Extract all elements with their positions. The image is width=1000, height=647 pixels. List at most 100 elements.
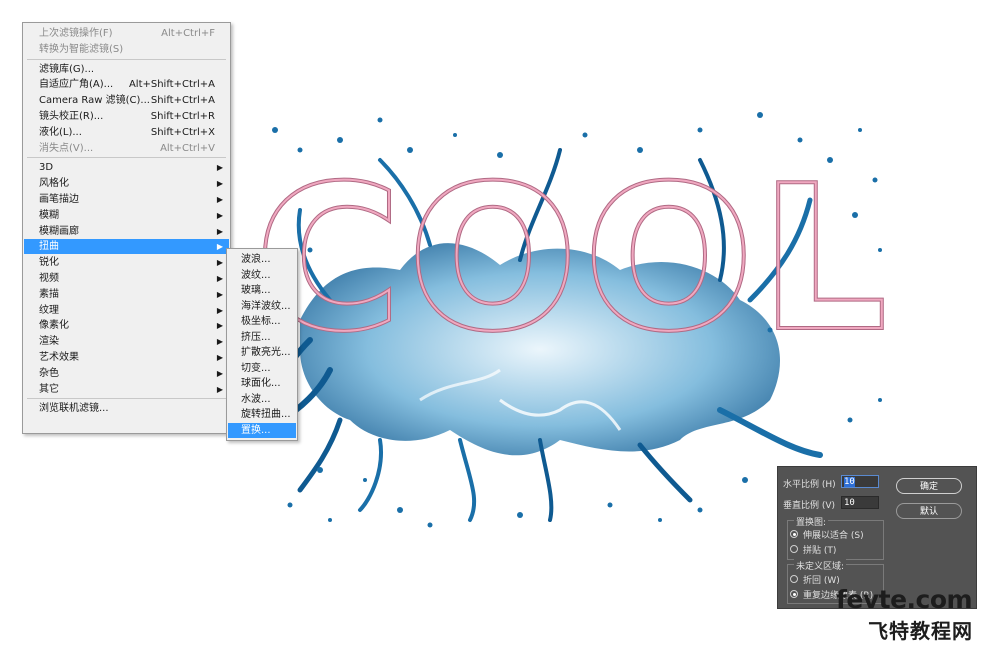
distort-submenu-item-0[interactable]: 波浪...	[228, 252, 296, 267]
submenu-arrow-icon: ▶	[216, 274, 223, 283]
filter-menu-item-3[interactable]: 自适应广角(A)... Alt+Shift+Ctrl+A	[24, 77, 229, 92]
tile-radio[interactable]	[790, 545, 798, 553]
filter-menu-item-7[interactable]: 消失点(V)... Alt+Ctrl+V	[24, 141, 229, 156]
menu-item-shortcut: Alt+Shift+Ctrl+A	[128, 79, 215, 91]
filter-menu-item-1[interactable]: 转换为智能滤镜(S)	[24, 42, 229, 57]
filter-menu-item-2[interactable]: 滤镜库(G)...	[24, 62, 229, 77]
menu-item-label: Camera Raw 滤镜(C)...	[39, 95, 150, 107]
menu-item-label: 上次滤镜操作(F)	[39, 28, 113, 39]
submenu-arrow-icon: ▶	[216, 258, 223, 268]
menu-item-label: 模糊	[39, 209, 59, 221]
menu-item-label: 其它	[39, 383, 59, 395]
wrap-around-radio[interactable]	[790, 575, 798, 583]
menu-item-label: 消失点(V)...	[39, 142, 94, 154]
menu-item-label: 液化(L)...	[39, 126, 82, 138]
filter-menu-item-13[interactable]: 扭曲 ▶	[24, 239, 229, 255]
menu-item-label: 像素化	[39, 320, 69, 332]
distort-submenu-item-6[interactable]: 扩散亮光...	[228, 345, 296, 360]
submenu-arrow-icon: ▶	[216, 242, 223, 252]
menu-item-label: 镜头校正(R)...	[39, 111, 104, 122]
filter-menu-item-10[interactable]: 画笔描边 ▶	[24, 192, 229, 207]
menu-item-label: 扭曲	[39, 241, 59, 253]
watermark-site-name: 飞特教程网	[868, 619, 973, 643]
cool-text-art: COOL COOL	[253, 141, 893, 378]
filter-menu-item-0[interactable]: 上次滤镜操作(F) Alt+Ctrl+F	[24, 26, 229, 41]
distort-submenu-item-8[interactable]: 球面化...	[228, 376, 296, 391]
default-button[interactable]: 默认	[896, 503, 962, 519]
submenu-arrow-icon: ▶	[216, 195, 223, 204]
menu-item-label: 转换为智能滤镜(S)	[39, 43, 124, 55]
submenu-arrow-icon: ▶	[216, 353, 223, 362]
filter-menu-item-4[interactable]: Camera Raw 滤镜(C)... Shift+Ctrl+A	[24, 93, 229, 108]
menu-separator	[27, 398, 226, 400]
distort-submenu-item-3[interactable]: 海洋波纹...	[228, 299, 296, 314]
filter-menu-item-23[interactable]: 浏览联机滤镜...	[24, 401, 229, 416]
submenu-arrow-icon: ▶	[216, 321, 223, 331]
submenu-arrow-icon: ▶	[216, 305, 223, 315]
filter-menu-item-19[interactable]: 渲染 ▶	[24, 334, 229, 349]
distort-submenu-item-7[interactable]: 切变...	[228, 361, 296, 376]
distort-submenu-item-5[interactable]: 挤压...	[228, 330, 296, 345]
filter-menu-item-20[interactable]: 艺术效果 ▶	[24, 350, 229, 365]
filter-menu-item-8[interactable]: 3D ▶	[24, 160, 229, 175]
ok-button[interactable]: 确定	[896, 478, 962, 494]
wrap-around-label: 折回 (W)	[803, 576, 840, 586]
filter-menu: 上次滤镜操作(F) Alt+Ctrl+F 转换为智能滤镜(S) 滤镜库(G)... 自适…	[22, 22, 231, 434]
menu-separator	[27, 58, 226, 60]
menu-item-label: 画笔描边	[39, 194, 79, 205]
filter-menu-item-21[interactable]: 杂色 ▶	[24, 366, 229, 381]
submenu-arrow-icon: ▶	[216, 210, 223, 220]
filter-menu-item-11[interactable]: 模糊 ▶	[24, 208, 229, 223]
stretch-to-fit-label: 伸展以适合 (S)	[803, 531, 864, 541]
menu-item-label: 滤镜库(G)...	[39, 63, 95, 75]
menu-item-label: 视频	[39, 273, 59, 284]
filter-menu-item-16[interactable]: 素描 ▶	[24, 287, 229, 302]
svg-text:COOL: COOL	[255, 143, 893, 376]
menu-item-label: 杂色	[39, 367, 59, 379]
menu-item-shortcut: Shift+Ctrl+R	[150, 111, 215, 122]
horizontal-scale-label: 水平比例 (H)	[783, 480, 836, 490]
menu-item-label: 渲染	[39, 336, 59, 348]
menu-item-label: 3D	[39, 162, 54, 174]
site-watermark: fevte.com 飞特教程网	[836, 585, 996, 643]
watermark-domain: fevte.com	[836, 585, 973, 614]
filter-menu-item-17[interactable]: 纹理 ▶	[24, 303, 229, 318]
filter-menu-item-22[interactable]: 其它 ▶	[24, 382, 229, 397]
filter-menu-item-18[interactable]: 像素化 ▶	[24, 318, 229, 333]
submenu-arrow-icon: ▶	[216, 289, 223, 299]
tile-label: 拼贴 (T)	[803, 546, 837, 556]
horizontal-scale-input[interactable]: 10	[841, 475, 879, 488]
distort-submenu-item-4[interactable]: 极坐标...	[228, 314, 296, 329]
menu-item-shortcut: Alt+Ctrl+F	[161, 28, 215, 39]
menu-item-shortcut: Shift+Ctrl+A	[150, 95, 215, 107]
filter-menu-item-15[interactable]: 视频 ▶	[24, 271, 229, 286]
menu-item-shortcut: Shift+Ctrl+X	[150, 126, 215, 138]
repeat-edge-pixels-radio[interactable]	[790, 590, 798, 598]
distort-submenu-item-10[interactable]: 旋转扭曲...	[228, 407, 296, 422]
menu-item-label: 浏览联机滤镜...	[39, 403, 109, 415]
distort-submenu-item-2[interactable]: 玻璃...	[228, 283, 296, 298]
filter-menu-item-6[interactable]: 液化(L)... Shift+Ctrl+X	[24, 125, 229, 140]
submenu-arrow-icon: ▶	[216, 163, 223, 173]
stretch-to-fit-radio[interactable]	[790, 530, 798, 538]
menu-item-label: 纹理	[39, 304, 59, 316]
filter-menu-item-14[interactable]: 锐化 ▶	[24, 255, 229, 270]
menu-item-shortcut: Alt+Ctrl+V	[160, 142, 215, 154]
filter-menu-item-5[interactable]: 镜头校正(R)... Shift+Ctrl+R	[24, 109, 229, 124]
menu-item-label: 风格化	[39, 178, 69, 190]
menu-item-label: 模糊画廊	[39, 225, 79, 237]
distort-submenu-item-9[interactable]: 水波...	[228, 392, 296, 407]
displacement-map-label: 置换图:	[794, 515, 829, 528]
submenu-arrow-icon: ▶	[216, 179, 223, 189]
submenu-arrow-icon: ▶	[216, 368, 223, 378]
distort-submenu-item-11[interactable]: 置换...	[228, 422, 296, 438]
menu-item-label: 艺术效果	[39, 352, 79, 363]
menu-item-label: 自适应广角(A)...	[39, 79, 114, 91]
distort-submenu-item-1[interactable]: 波纹...	[228, 268, 296, 283]
distort-submenu: 波浪... 波纹... 玻璃... 海洋波纹... 极坐标... 挤压... 扩散亮光...…	[226, 248, 298, 441]
filter-menu-item-9[interactable]: 风格化 ▶	[24, 176, 229, 191]
submenu-arrow-icon: ▶	[216, 337, 223, 347]
filter-menu-item-12[interactable]: 模糊画廊 ▶	[24, 224, 229, 239]
vertical-scale-input[interactable]: 10	[841, 496, 879, 509]
menu-item-label: 素描	[39, 288, 59, 300]
